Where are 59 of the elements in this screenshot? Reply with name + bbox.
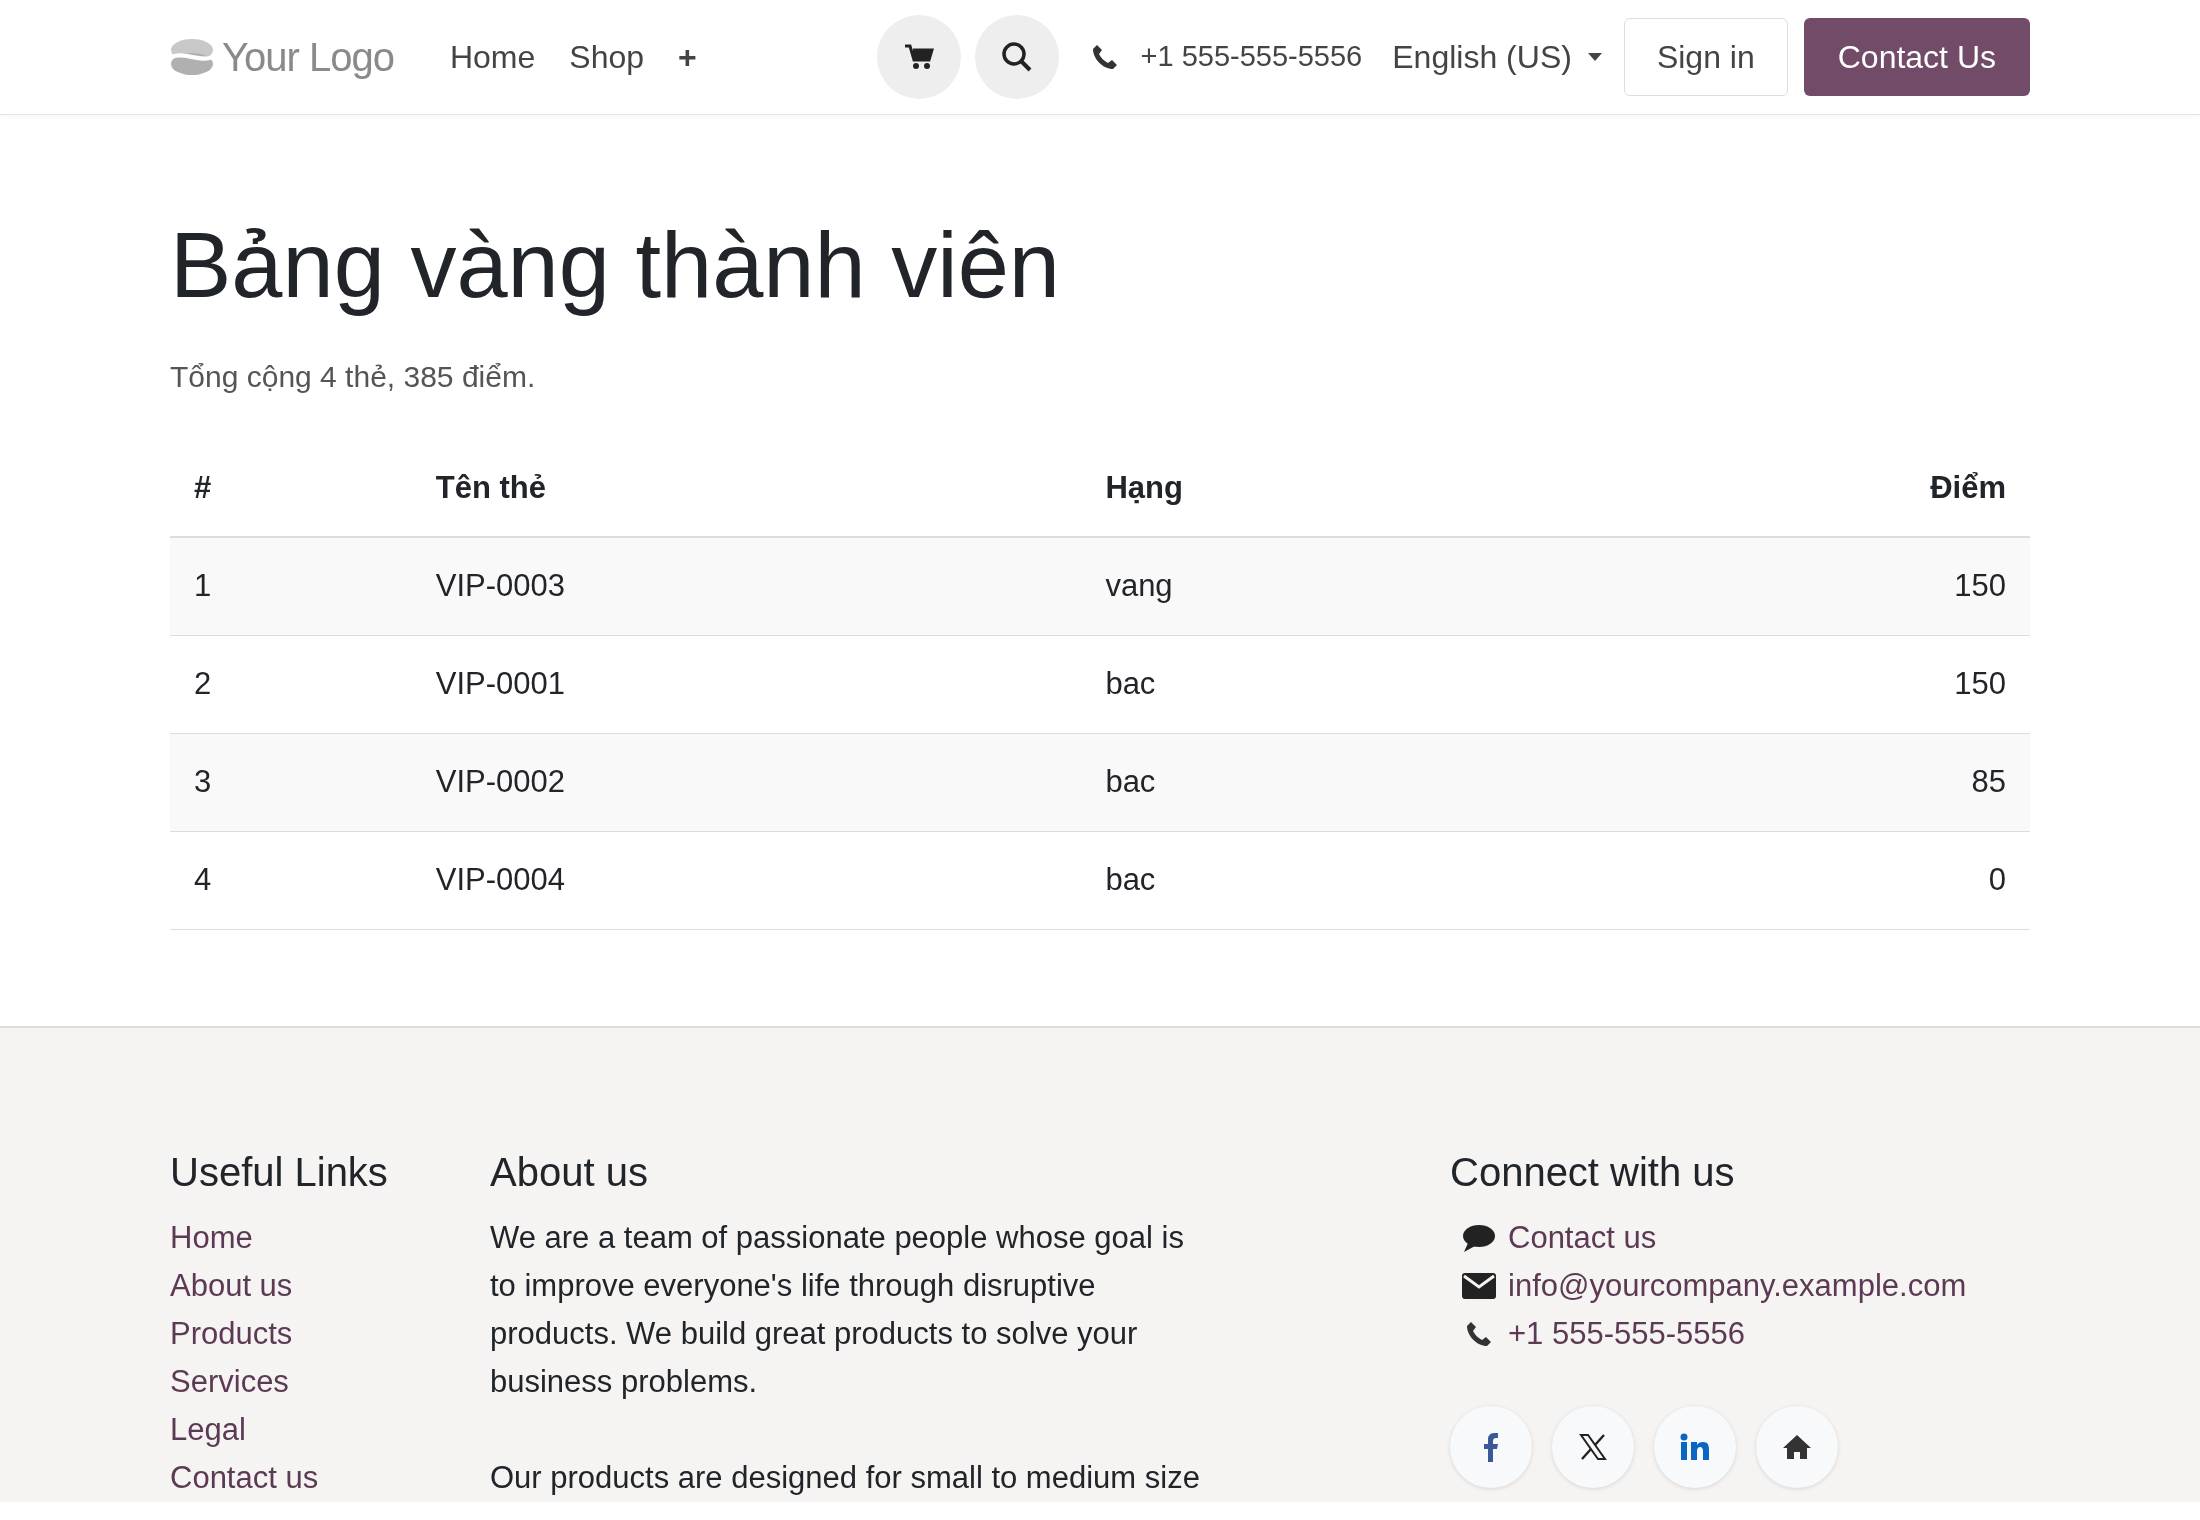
column-header: Hạng <box>1105 469 1183 505</box>
language-dropdown[interactable]: English (US) <box>1386 32 1608 82</box>
chat-icon <box>1462 1222 1496 1253</box>
contact-link[interactable]: Contact us <box>1508 1213 1657 1262</box>
footer-heading: About us <box>490 1148 649 1196</box>
table-cell: VIP-0002 <box>435 764 566 800</box>
social-button[interactable] <box>1552 1405 1634 1488</box>
footer-heading: Useful Links <box>170 1148 389 1196</box>
envelope-icon <box>1462 1272 1496 1299</box>
phone-icon <box>1090 43 1119 71</box>
column-header: Điểm <box>1930 469 2006 505</box>
summary-text: Tổng cộng 4 thẻ, 385 điểm. <box>170 359 537 396</box>
footer-link[interactable]: Legal <box>170 1405 490 1454</box>
contact-button[interactable]: Contact Us <box>1803 18 2030 96</box>
social-button[interactable] <box>1654 1405 1736 1488</box>
about-paragraph: We are a team of passionate people whose goal is to improve everyone's life through disruptive products. We build great products to solve your business problems. <box>490 1218 1185 1401</box>
table-cell: 150 <box>1954 568 2006 604</box>
column-header: # <box>194 469 212 505</box>
sign-in-button[interactable]: Sign in <box>1623 18 1788 96</box>
table-cell: VIP-0001 <box>435 666 566 702</box>
footer-link[interactable]: Services <box>170 1357 490 1406</box>
table-cell: vang <box>1105 568 1173 604</box>
search-icon <box>1000 41 1033 73</box>
add-menu-link[interactable]: + <box>678 33 697 81</box>
page-title: Bảng vàng thành viên <box>170 213 1062 318</box>
table-cell: 1 <box>194 568 212 604</box>
about-paragraph: Our products are designed for small to medium size <box>490 1458 1201 1497</box>
table-cell: 3 <box>194 764 212 800</box>
table-cell: 2 <box>194 666 212 702</box>
nav-link[interactable]: Home <box>449 33 536 81</box>
table-cell: 4 <box>194 862 212 898</box>
footer-link[interactable]: Products <box>170 1309 490 1358</box>
nav-link[interactable]: Shop <box>569 33 644 81</box>
footer-link[interactable]: Home <box>170 1213 490 1262</box>
table-cell: 150 <box>1954 666 2006 702</box>
phone-icon <box>1465 1319 1493 1348</box>
linkedin-icon <box>1680 1432 1710 1461</box>
social-button[interactable] <box>1450 1405 1532 1488</box>
x-logo-icon <box>1579 1432 1607 1461</box>
contact-link[interactable]: info@yourcompany.example.com <box>1508 1261 1967 1310</box>
logo-icon <box>170 38 214 76</box>
contact-link[interactable]: +1 555-555-5556 <box>1508 1309 1745 1358</box>
cart-icon <box>903 43 934 71</box>
table-cell: 85 <box>1971 764 2006 800</box>
footer-heading: Connect with us <box>1450 1148 1736 1196</box>
table-cell: VIP-0004 <box>435 862 566 898</box>
social-button[interactable] <box>1756 1405 1838 1488</box>
phone-number[interactable]: +1 555-555-5556 <box>1140 35 1363 79</box>
table-cell: 0 <box>1988 862 2006 898</box>
table-cell: VIP-0003 <box>435 568 566 604</box>
column-header: Tên thẻ <box>435 469 547 505</box>
caret-icon <box>1587 53 1602 61</box>
table-cell: bac <box>1105 764 1156 800</box>
footer-link[interactable]: About us <box>170 1261 490 1310</box>
table-cell: bac <box>1105 862 1156 898</box>
facebook-icon <box>1483 1431 1499 1462</box>
home-icon <box>1782 1433 1812 1460</box>
table-cell: bac <box>1105 666 1156 702</box>
footer-link[interactable]: Contact us <box>170 1453 490 1502</box>
